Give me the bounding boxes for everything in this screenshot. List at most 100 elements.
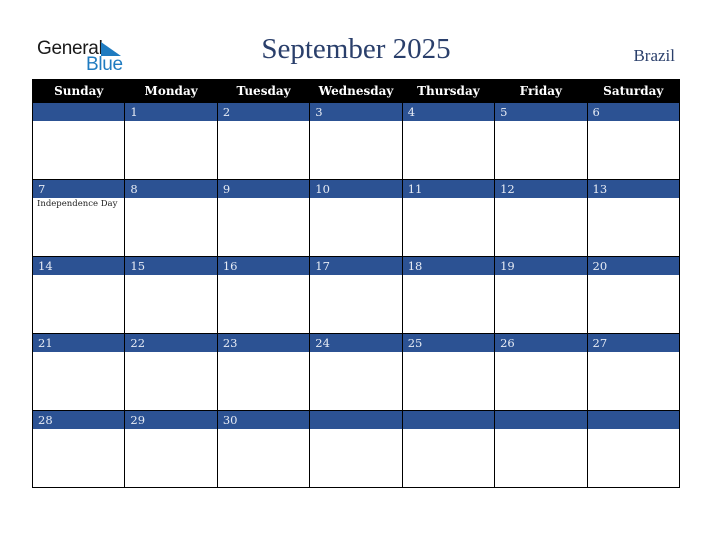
- day-body: [310, 275, 402, 333]
- weekday-header-friday: Friday: [494, 79, 588, 103]
- day-cell[interactable]: 20: [586, 256, 681, 334]
- week-row: 123456: [31, 102, 681, 180]
- day-body: [33, 121, 125, 179]
- day-number: 6: [587, 103, 679, 121]
- day-body: [587, 198, 679, 256]
- day-cell[interactable]: 11: [401, 179, 496, 257]
- day-cell[interactable]: 14: [31, 256, 126, 334]
- day-number: 24: [310, 334, 402, 352]
- day-body: [310, 429, 402, 487]
- day-cell[interactable]: 21: [31, 333, 126, 411]
- day-cell[interactable]: [31, 102, 126, 180]
- day-number: 13: [587, 180, 679, 198]
- day-body: [402, 121, 495, 179]
- day-cell[interactable]: 18: [401, 256, 496, 334]
- day-cell[interactable]: 3: [309, 102, 403, 180]
- day-body: [33, 429, 125, 487]
- week-row: 14 15 16 17 18 19 20: [31, 256, 681, 334]
- day-cell[interactable]: 24: [309, 333, 403, 411]
- day-body: [495, 275, 587, 333]
- day-cell[interactable]: 4: [401, 102, 496, 180]
- day-cell[interactable]: 22: [124, 333, 218, 411]
- day-cell[interactable]: 23: [216, 333, 311, 411]
- day-cell[interactable]: 16: [216, 256, 311, 334]
- holiday-label: Independence Day: [37, 199, 118, 209]
- day-number: 11: [402, 180, 495, 198]
- weekday-header-row: Sunday Monday Tuesday Wednesday Thursday Frid…: [31, 79, 681, 103]
- day-body: [587, 121, 679, 179]
- day-cell[interactable]: [494, 410, 588, 488]
- day-cell[interactable]: 26: [494, 333, 588, 411]
- day-cell[interactable]: 8: [124, 179, 218, 257]
- day-number: 9: [217, 180, 310, 198]
- day-cell[interactable]: 19: [494, 256, 588, 334]
- day-cell[interactable]: 1: [124, 102, 218, 180]
- day-number: [402, 411, 495, 429]
- day-cell[interactable]: [309, 410, 403, 488]
- day-body: [217, 275, 310, 333]
- day-number: 23: [217, 334, 310, 352]
- day-body: [217, 198, 310, 256]
- day-cell[interactable]: 30: [216, 410, 311, 488]
- day-number: 26: [495, 334, 587, 352]
- day-body: [125, 198, 217, 256]
- day-number: 8: [125, 180, 217, 198]
- day-cell[interactable]: 25: [401, 333, 496, 411]
- day-body: Independence Day: [33, 198, 125, 256]
- weekday-header-saturday: Saturday: [586, 79, 681, 103]
- day-number: 12: [495, 180, 587, 198]
- day-cell[interactable]: [401, 410, 496, 488]
- day-cell[interactable]: 28: [31, 410, 126, 488]
- day-cell[interactable]: 10: [309, 179, 403, 257]
- day-body: [217, 121, 310, 179]
- day-number: 19: [495, 257, 587, 275]
- day-body: [495, 352, 587, 410]
- day-cell[interactable]: 12: [494, 179, 588, 257]
- day-cell[interactable]: 2: [216, 102, 311, 180]
- weekday-header-wednesday: Wednesday: [309, 79, 403, 103]
- day-body: [310, 198, 402, 256]
- day-number: 15: [125, 257, 217, 275]
- day-cell[interactable]: 6: [586, 102, 681, 180]
- day-body: [587, 352, 679, 410]
- day-body: [587, 275, 679, 333]
- day-cell[interactable]: 17: [309, 256, 403, 334]
- day-cell[interactable]: 29: [124, 410, 218, 488]
- week-row: 7 Independence Day 8 9 10 11 12 13: [31, 179, 681, 257]
- day-body: [402, 352, 495, 410]
- day-body: [310, 352, 402, 410]
- day-body: [33, 275, 125, 333]
- day-number: 7: [33, 180, 125, 198]
- day-body: [495, 121, 587, 179]
- day-body: [217, 352, 310, 410]
- day-body: [402, 429, 495, 487]
- day-number: 5: [495, 103, 587, 121]
- day-body: [125, 275, 217, 333]
- day-cell[interactable]: [586, 410, 681, 488]
- day-body: [495, 198, 587, 256]
- day-cell[interactable]: 9: [216, 179, 311, 257]
- day-number: 27: [587, 334, 679, 352]
- day-number: 16: [217, 257, 310, 275]
- week-row: 21 22 23 24 25 26 27: [31, 333, 681, 411]
- day-cell[interactable]: 5: [494, 102, 588, 180]
- day-cell[interactable]: 27: [586, 333, 681, 411]
- week-row: 28 29 30: [31, 410, 681, 488]
- day-body: [125, 352, 217, 410]
- day-number: 4: [402, 103, 495, 121]
- weekday-header-monday: Monday: [124, 79, 218, 103]
- day-number: 2: [217, 103, 310, 121]
- weekday-header-sunday: Sunday: [31, 79, 126, 103]
- day-number: [310, 411, 402, 429]
- day-number: [33, 103, 125, 121]
- day-number: 30: [217, 411, 310, 429]
- day-cell[interactable]: 7 Independence Day: [31, 179, 126, 257]
- day-number: 1: [125, 103, 217, 121]
- day-body: [402, 198, 495, 256]
- weekday-header-tuesday: Tuesday: [216, 79, 311, 103]
- day-body: [33, 352, 125, 410]
- day-cell[interactable]: 13: [586, 179, 681, 257]
- day-number: 17: [310, 257, 402, 275]
- day-cell[interactable]: 15: [124, 256, 218, 334]
- day-number: 28: [33, 411, 125, 429]
